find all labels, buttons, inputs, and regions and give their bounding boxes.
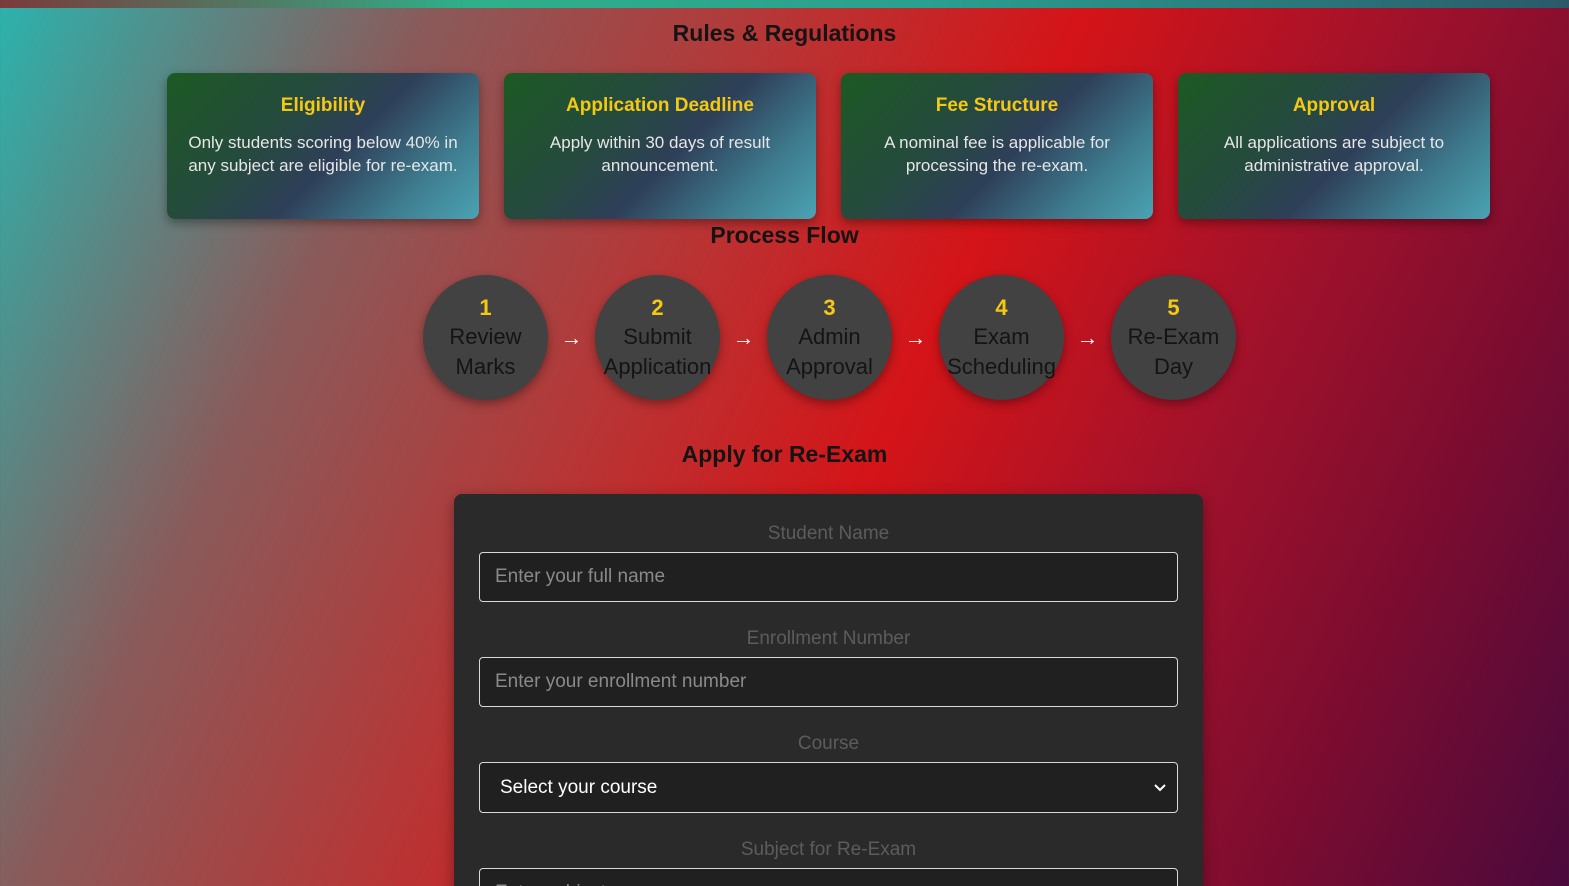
rule-card-text: All applications are subject to administ… <box>1223 133 1445 175</box>
process-title: Process Flow <box>710 222 859 248</box>
student-name-input[interactable] <box>479 552 1178 602</box>
step-number: 2 <box>651 294 664 320</box>
rules-cards: Eligibility Only students scoring below … <box>167 73 1490 219</box>
step-number: 5 <box>1167 294 1180 320</box>
course-select[interactable]: Select your course <box>479 762 1178 813</box>
top-accent-bar <box>0 0 1569 8</box>
rule-card-eligibility: Eligibility Only students scoring below … <box>167 73 479 219</box>
rule-card-fee: Fee Structure A nominal fee is applicabl… <box>841 73 1153 219</box>
step-number: 1 <box>479 294 492 320</box>
rule-card-title: Application Deadline <box>566 95 754 116</box>
course-select-value: Select your course <box>500 776 658 798</box>
rule-card-title: Fee Structure <box>935 95 1059 116</box>
process-step: 5 Re-Exam Day <box>1111 275 1236 400</box>
subject-input[interactable] <box>479 868 1178 886</box>
enrollment-number-label: Enrollment Number <box>746 628 911 649</box>
rules-title: Rules & Regulations <box>672 20 897 46</box>
subject-label: Subject for Re-Exam <box>740 839 917 860</box>
rule-card-text: Only students scoring below 40% in any s… <box>188 133 458 175</box>
step-label-line: Marks <box>455 353 516 379</box>
process-flow: 1 Review Marks → 2 Submit Application → … <box>423 275 1236 400</box>
arrow-right-icon: → <box>560 324 583 350</box>
step-number: 4 <box>995 294 1008 320</box>
chevron-down-icon <box>1153 780 1167 796</box>
step-label-line: Scheduling <box>947 353 1056 379</box>
reexam-form: Student Name Enrollment Number Course Se… <box>454 494 1203 886</box>
rule-card-title: Approval <box>1292 95 1376 116</box>
step-label-line: Review <box>449 323 522 349</box>
course-label: Course <box>797 733 860 754</box>
process-step: 4 Exam Scheduling <box>939 275 1064 400</box>
step-label-line: Submit <box>623 323 692 349</box>
rule-card-deadline: Application Deadline Apply within 30 day… <box>504 73 816 219</box>
step-label-line: Re-Exam <box>1127 323 1220 349</box>
step-number: 3 <box>823 294 836 320</box>
arrow-right-icon: → <box>1076 324 1099 350</box>
step-label-line: Application <box>603 353 712 379</box>
rule-card-approval: Approval All applications are subject to… <box>1178 73 1490 219</box>
step-label-line: Admin <box>798 323 861 349</box>
step-label-line: Day <box>1153 353 1194 379</box>
process-step: 1 Review Marks <box>423 275 548 400</box>
enrollment-number-input[interactable] <box>479 657 1178 707</box>
process-step: 3 Admin Approval <box>767 275 892 400</box>
student-name-label: Student Name <box>767 523 890 544</box>
rule-card-title: Eligibility <box>280 95 366 116</box>
rule-card-text: Apply within 30 days of result announcem… <box>549 133 771 175</box>
process-step: 2 Submit Application <box>595 275 720 400</box>
arrow-right-icon: → <box>732 324 755 350</box>
step-label-line: Approval <box>786 353 873 379</box>
apply-title: Apply for Re-Exam <box>681 441 888 467</box>
arrow-right-icon: → <box>904 324 927 350</box>
rule-card-text: A nominal fee is applicable for processi… <box>884 133 1110 175</box>
step-label-line: Exam <box>973 323 1030 349</box>
